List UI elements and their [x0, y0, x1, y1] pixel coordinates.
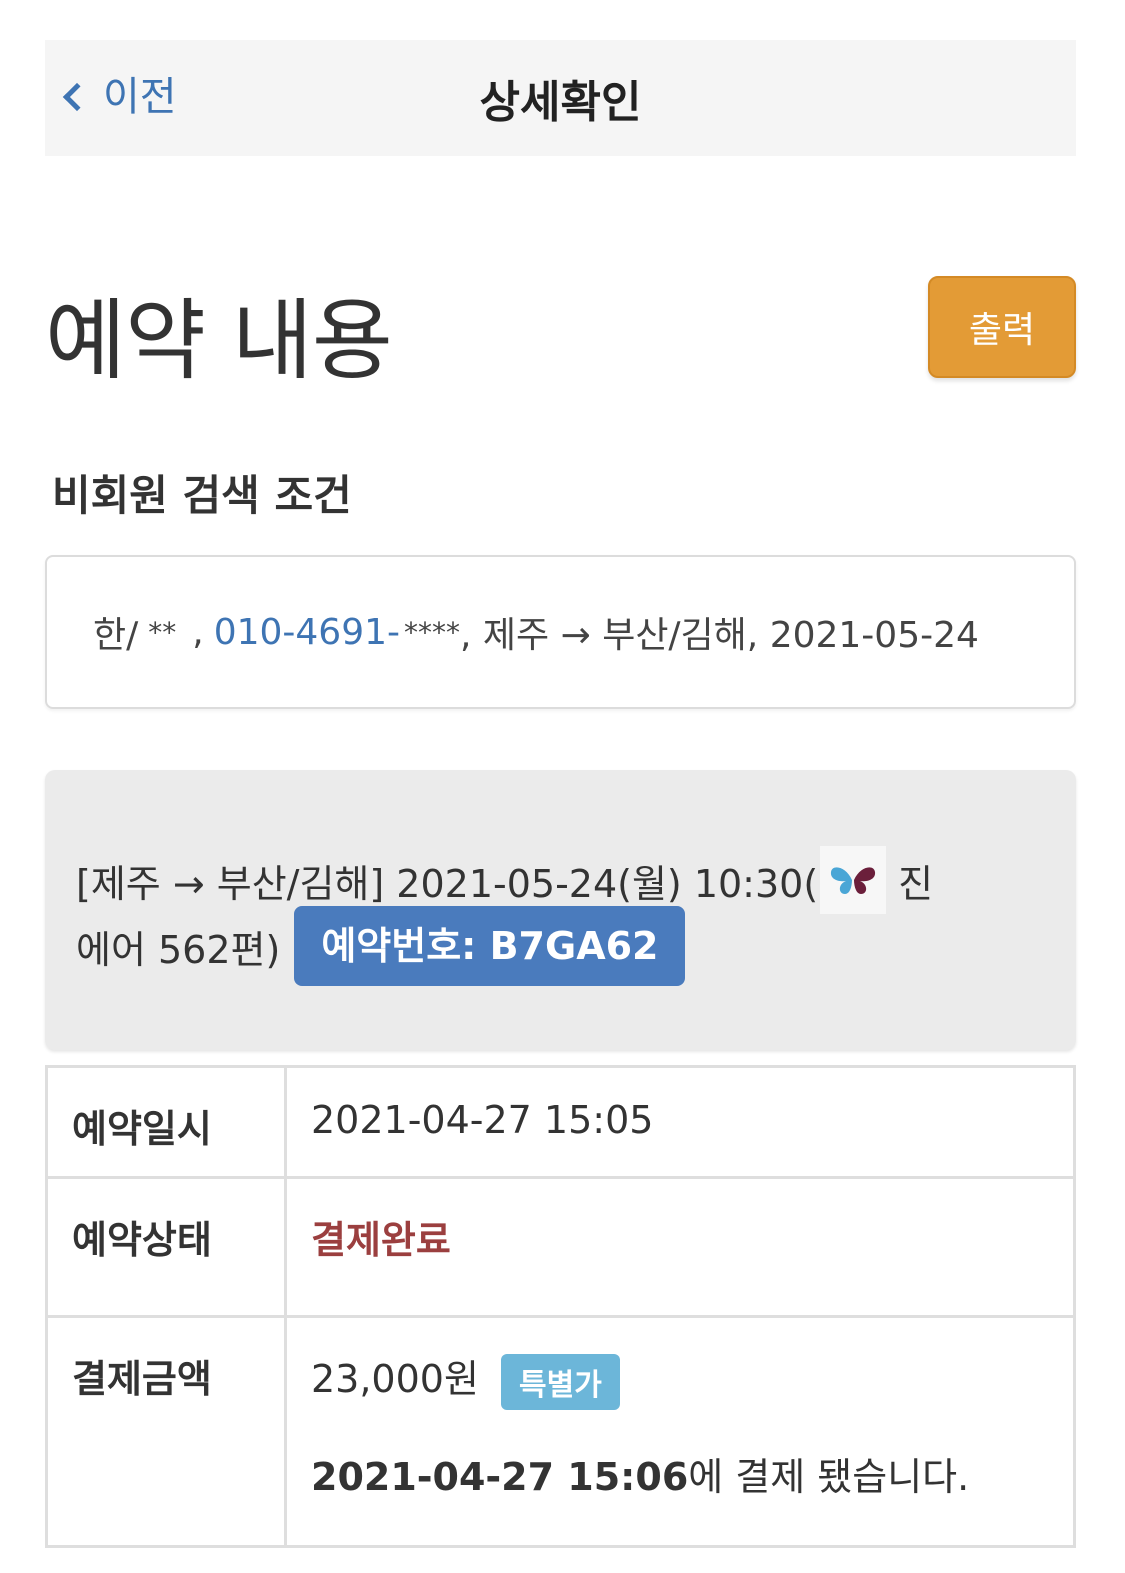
paid-text: 에 결제 됐습니다. [688, 1454, 970, 1499]
butterfly-logo-icon [820, 846, 887, 914]
airline-name-start: 진 [898, 861, 934, 906]
flight-number: 에어 562편) [76, 927, 281, 972]
phone-mask: **** [404, 615, 461, 649]
reservation-datetime: 2021-04-27 15:05 [284, 1065, 1076, 1179]
status-badge: 결제완료 [311, 1218, 451, 1262]
name-separator: , [192, 611, 204, 653]
flight-line-1: [제주 → 부산/김해] 2021-05-24(월) 10:30( 진 [76, 846, 976, 914]
search-conditions-box: 한/ ** , 010-4691- **** , 제주 → 부산/김해, 202… [45, 555, 1076, 709]
route-date: , 제주 → 부산/김해, 2021-05-24 [460, 615, 979, 656]
reservation-details-table: 예약일시 2021-04-27 15:05 예약상태 결제완료 결제금액 23,… [45, 1065, 1076, 1548]
name-mask: ** [148, 615, 177, 649]
phone-link[interactable]: 010-4691- [214, 612, 400, 653]
reservation-number-badge: 예약번호: B7GA62 [294, 906, 686, 986]
nav-bar: 이전 상세확인 [45, 40, 1076, 156]
table-row: 예약일시 2021-04-27 15:05 [45, 1065, 1076, 1179]
payment-amount-line: 23,000원 특별가 [311, 1348, 1073, 1410]
row-label: 결제금액 [45, 1315, 287, 1548]
row-label: 예약일시 [45, 1065, 287, 1179]
name-prefix: 한/ [93, 615, 139, 656]
table-row: 예약상태 결제완료 [45, 1176, 1076, 1318]
flight-route-time: [제주 → 부산/김해] 2021-05-24(월) 10:30( [76, 861, 819, 906]
special-price-badge: 특별가 [501, 1353, 620, 1410]
print-button[interactable]: 출력 [928, 276, 1076, 378]
payment-cell: 23,000원 특별가 2021-04-27 15:06에 결제 됐습니다. [284, 1315, 1076, 1548]
paid-time: 2021-04-27 15:06 [311, 1454, 689, 1499]
flight-line-2: 에어 562편) 예약번호: B7GA62 [76, 906, 686, 986]
row-label: 예약상태 [45, 1176, 287, 1318]
page-title: 예약 내용 [45, 289, 393, 392]
payment-confirmation: 2021-04-27 15:06에 결제 됐습니다. [311, 1446, 1073, 1501]
payment-amount: 23,000원 [311, 1357, 479, 1401]
section-title: 비회원 검색 조건 [52, 471, 352, 520]
table-row: 결제금액 23,000원 특별가 2021-04-27 15:06에 결제 됐습… [45, 1315, 1076, 1548]
reservation-status-cell: 결제완료 [284, 1176, 1076, 1318]
nav-title: 상세확인 [479, 77, 642, 128]
